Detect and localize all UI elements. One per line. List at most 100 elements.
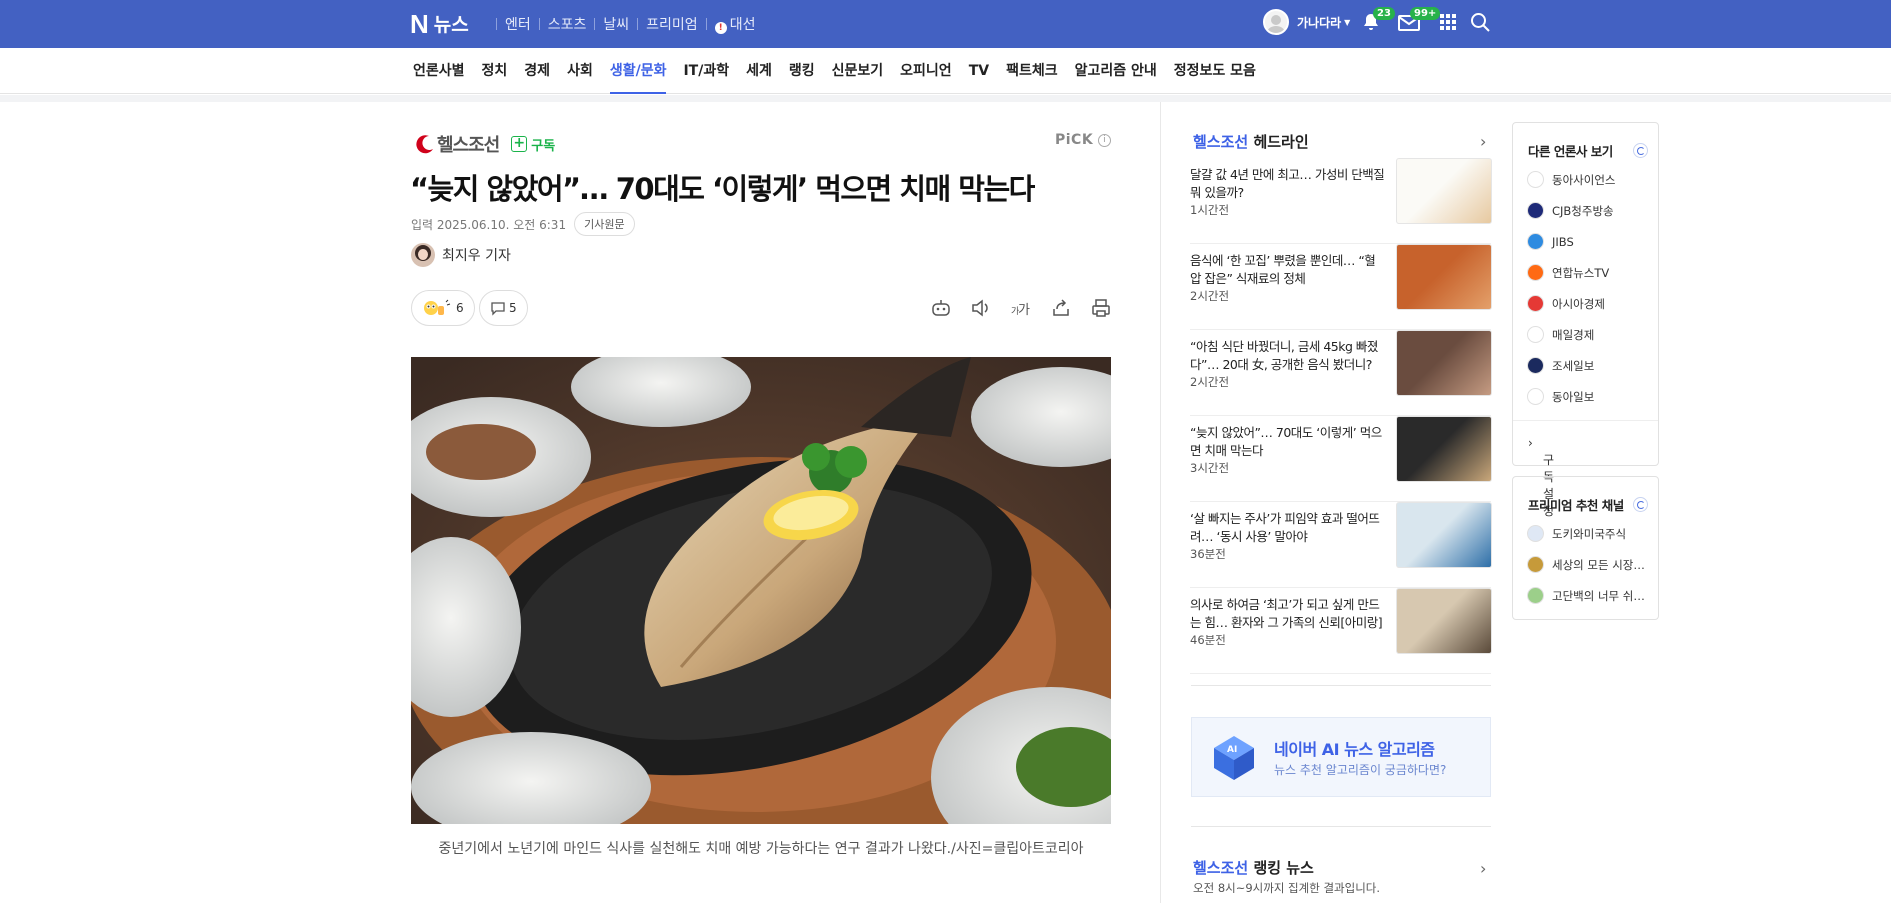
publish-date: 입력 2025.06.10. 오전 6:31	[411, 217, 567, 232]
search-button[interactable]	[1470, 12, 1492, 34]
category-tab[interactable]: 세계	[746, 48, 772, 94]
category-tab[interactable]: 경제	[524, 48, 550, 94]
press-item[interactable]: 동아사이언스	[1527, 171, 1652, 188]
press-logo-icon	[1527, 264, 1544, 281]
robot-icon	[932, 300, 950, 316]
ranking-press: 헬스조선	[1193, 859, 1249, 877]
nav-entertain[interactable]: 엔터	[505, 14, 531, 34]
press-item[interactable]: 매일경제	[1527, 326, 1652, 343]
article-meta: 입력 2025.06.10. 오전 6:31 기사원문	[411, 212, 635, 236]
press-logo-icon	[1527, 388, 1544, 405]
nav-premium[interactable]: 프리미엄	[646, 14, 698, 34]
headline-thumbnail	[1396, 416, 1492, 482]
ai-algorithm-banner[interactable]: AI 네이버 AI 뉴스 알고리즘 뉴스 추천 알고리즘이 궁금하다면?	[1191, 717, 1491, 797]
category-tab[interactable]: IT/과학	[683, 48, 729, 94]
press-logo-icon	[1527, 295, 1544, 312]
refresh-icon[interactable]	[1633, 143, 1648, 158]
press-item[interactable]: JIBS	[1527, 233, 1652, 250]
category-tab[interactable]: 생활/문화	[609, 48, 667, 94]
user-menu[interactable]: 가나다라 ▼	[1263, 9, 1350, 35]
headline-item-time: 46분전	[1190, 633, 1226, 647]
headline-item[interactable]: 음식에 ‘한 꼬집’ 뿌렸을 뿐인데… “혈압 잡은” 식재료의 정체 2시간전	[1190, 244, 1492, 330]
chevron-right-icon[interactable]: ›	[1480, 859, 1486, 878]
ranking-label: 랭킹 뉴스	[1253, 859, 1314, 877]
comment-icon	[491, 302, 505, 316]
news-logo-text[interactable]: 뉴스	[434, 10, 469, 37]
services-menu-button[interactable]	[1438, 12, 1460, 34]
ranking-title[interactable]: 헬스조선 랭킹 뉴스	[1193, 857, 1314, 878]
notification-button[interactable]: 23	[1361, 7, 1395, 34]
category-tab[interactable]: 정정보도 모음	[1174, 48, 1256, 94]
headline-item[interactable]: 달걀 값 4년 만에 최고… 가성비 단백질 뭐 있을까? 1시간전	[1190, 158, 1492, 244]
comment-count: 5	[509, 301, 517, 315]
premium-channel-item[interactable]: 도키와미국주식	[1527, 525, 1652, 542]
category-tab[interactable]: 팩트체크	[1006, 48, 1058, 94]
press-item[interactable]: 조세일보	[1527, 357, 1652, 374]
section-divider	[1191, 826, 1491, 827]
original-article-button[interactable]: 기사원문	[574, 212, 635, 236]
print-button[interactable]	[1090, 297, 1112, 319]
category-tab[interactable]: 알고리즘 안내	[1075, 48, 1157, 94]
headline-item[interactable]: ‘살 빠지는 주사’가 피임약 효과 떨어뜨려… ‘동시 사용’ 말아야 36분전	[1190, 502, 1492, 588]
reporter[interactable]: 최지우 기자	[411, 243, 511, 267]
grilled-fish-image	[411, 357, 1111, 824]
nav-election-label: 대선	[729, 17, 756, 33]
press-item[interactable]: CJB청주방송	[1527, 202, 1652, 219]
subscribe-button[interactable]: + 구독	[511, 135, 555, 154]
headline-item-title: 의사로 하여금 ‘최고’가 되고 싶게 만드는 힘… 환자와 그 가족의 신뢰[…	[1190, 597, 1383, 630]
chevron-right-icon[interactable]: ›	[1480, 132, 1486, 151]
font-size-button[interactable]: 가가	[1010, 297, 1032, 319]
nav-sports[interactable]: 스포츠	[548, 14, 587, 34]
subscribe-label: 구독	[531, 138, 556, 154]
font-size-icon: 가가	[1011, 303, 1030, 318]
press-item[interactable]: 아시아경제	[1527, 295, 1652, 312]
headline-item[interactable]: “아침 식단 바꿨더니, 금세 45kg 빠졌다”… 20대 女, 공개한 음식…	[1190, 330, 1492, 416]
comment-button[interactable]: 5	[479, 290, 528, 326]
nav-divider	[496, 18, 497, 30]
category-tab[interactable]: 랭킹	[789, 48, 815, 94]
premium-channel-item[interactable]: 세상의 모든 시장…	[1527, 556, 1652, 573]
headline-item-title: 음식에 ‘한 꼬집’ 뿌렸을 뿐인데… “혈압 잡은” 식재료의 정체	[1190, 253, 1376, 286]
subscription-settings-label: 구독 설정 ›	[1528, 436, 1555, 518]
category-tab[interactable]: TV	[969, 48, 989, 94]
press-item-label: 매일경제	[1552, 327, 1595, 342]
subscription-settings[interactable]: 구독 설정 ›	[1513, 420, 1658, 518]
naver-logo[interactable]: N	[410, 11, 429, 37]
share-button[interactable]	[1050, 297, 1072, 319]
user-avatar-icon	[1263, 9, 1289, 35]
summary-bot-button[interactable]	[930, 297, 952, 319]
press-item[interactable]: 연합뉴스TV	[1527, 264, 1652, 281]
press-logo[interactable]: 헬스조선 + 구독	[411, 131, 555, 157]
press-item[interactable]: 동아일보	[1527, 388, 1652, 405]
headline-item[interactable]: 의사로 하여금 ‘최고’가 되고 싶게 만드는 힘… 환자와 그 가족의 신뢰[…	[1190, 588, 1492, 674]
share-icon	[1053, 299, 1069, 316]
headline-item-time: 3시간전	[1190, 461, 1230, 475]
premium-channel-item[interactable]: 고단백의 너무 쉬…	[1527, 587, 1652, 604]
ranking-subtitle: 오전 8시~9시까지 집계한 결과입니다.	[1193, 881, 1381, 895]
mail-button[interactable]: 99+	[1398, 7, 1441, 34]
category-tab[interactable]: 정치	[482, 48, 508, 94]
nav-divider	[637, 18, 639, 30]
category-tab[interactable]: 사회	[567, 48, 593, 94]
nav-election[interactable]: ! 대선	[714, 14, 756, 34]
chevron-down-icon: ▼	[1344, 17, 1351, 27]
photo-caption: 중년기에서 노년기에 마인드 식사를 실천해도 치매 예방 가능하다는 연구 결…	[438, 841, 1084, 857]
other-press-box: 다른 언론사 보기 동아사이언스 CJB청주방송 JIBS 연합뉴스TV 아시아경제 매일…	[1512, 122, 1659, 518]
reaction-button[interactable]: 6	[411, 290, 475, 326]
nav-weather[interactable]: 날씨	[603, 14, 629, 34]
headline-item-title: “아침 식단 바꿨더니, 금세 45kg 빠졌다”… 20대 女, 공개한 음식…	[1190, 339, 1378, 372]
press-logo-icon	[1527, 171, 1544, 188]
notification-count-badge: 23	[1373, 7, 1395, 20]
refresh-icon[interactable]	[1633, 497, 1648, 512]
pick-badge[interactable]: PiCK i	[1055, 132, 1112, 148]
article-photo	[411, 357, 1111, 824]
text-to-speech-button[interactable]	[970, 297, 992, 319]
category-tab[interactable]: 오피니언	[900, 48, 952, 94]
headline-section-title[interactable]: 헬스조선 헤드라인	[1193, 131, 1309, 152]
channel-logo-icon	[1527, 587, 1544, 604]
category-tab[interactable]: 신문보기	[832, 48, 884, 94]
category-tab[interactable]: 언론사별	[413, 48, 465, 94]
headline-item-title: 달걀 값 4년 만에 최고… 가성비 단백질 뭐 있을까?	[1190, 167, 1385, 200]
naver-news-logo[interactable]: N 뉴스	[410, 10, 469, 37]
headline-item[interactable]: “늦지 않았어”… 70대도 ‘이렇게’ 먹으면 치매 막는다 3시간전	[1190, 416, 1492, 502]
